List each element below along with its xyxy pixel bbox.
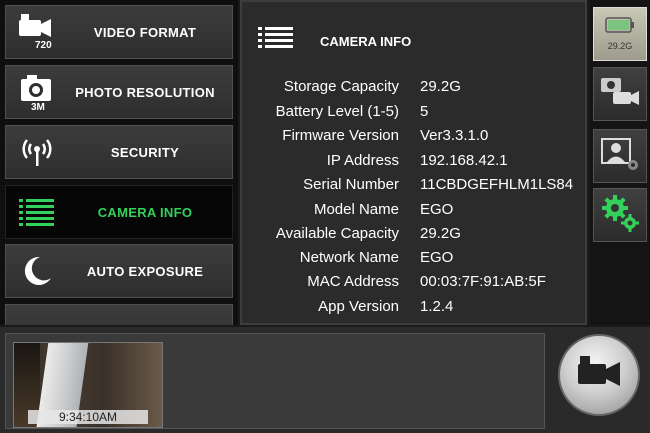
- info-label: Network Name: [299, 249, 399, 266]
- menu-item-video-format[interactable]: 720 VIDEO FORMAT: [5, 5, 233, 59]
- right-toolbar: 29.2G: [590, 0, 650, 325]
- battery-storage-icon: [605, 17, 635, 38]
- info-value: 29.2G: [420, 225, 461, 242]
- photo-3m-icon: 3M: [6, 66, 68, 118]
- svg-text:3M: 3M: [31, 102, 45, 111]
- preview-timestamp: 9:34:10AM: [28, 410, 148, 424]
- info-row-battery-level: Battery Level (1-5) 5: [242, 103, 585, 127]
- photo-video-mode-icon: [599, 74, 641, 115]
- info-label: Firmware Version: [282, 127, 399, 144]
- camera-info-panel: CAMERA INFO Storage Capacity 29.2G Batte…: [240, 0, 587, 325]
- info-value: 192.168.42.1: [420, 152, 508, 169]
- info-value: EGO: [420, 249, 454, 266]
- settings-menu: 720 VIDEO FORMAT 3M PHOTO RESOLUTION SEC…: [0, 0, 238, 325]
- info-row-firmware-version: Firmware Version Ver3.3.1.0: [242, 127, 585, 151]
- info-label: App Version: [318, 298, 399, 315]
- info-value: Ver3.3.1.0: [420, 127, 489, 144]
- info-label: Storage Capacity: [283, 78, 399, 95]
- menu-item-photo-resolution[interactable]: 3M PHOTO RESOLUTION: [5, 65, 233, 119]
- bottom-bar: 9:34:10AM: [0, 327, 650, 433]
- info-value: 11CBDGEFHLM1LS84: [420, 176, 574, 193]
- info-value: EGO: [420, 201, 454, 218]
- info-label: IP Address: [326, 152, 399, 169]
- info-row-storage-capacity: Storage Capacity 29.2G: [242, 78, 585, 102]
- record-button[interactable]: [558, 334, 640, 416]
- settings-gears-icon: [600, 193, 640, 238]
- menu-item-label: SECURITY: [110, 144, 180, 160]
- info-row-network-name: Network Name EGO: [242, 249, 585, 273]
- profile-settings-icon: [600, 136, 640, 177]
- settings-button[interactable]: [593, 188, 647, 242]
- profile-settings-button[interactable]: [593, 129, 647, 183]
- info-row-app-version: App Version 1.2.4: [242, 298, 585, 322]
- menu-item-label: AUTO EXPOSURE: [86, 263, 204, 279]
- info-label: Serial Number: [303, 176, 399, 193]
- svg-text:720: 720: [35, 40, 52, 50]
- wireless-antenna-icon: [6, 126, 68, 178]
- moon-icon: [6, 245, 68, 297]
- video-camera-icon: [574, 355, 624, 395]
- list-icon: [6, 186, 68, 238]
- menu-item-auto-exposure[interactable]: AUTO EXPOSURE: [5, 244, 233, 298]
- list-icon: [258, 26, 294, 57]
- info-value: 00:03:7F:91:AB:5F: [420, 273, 546, 290]
- menu-item-label: VIDEO FORMAT: [93, 24, 197, 40]
- menu-item-partial[interactable]: [5, 304, 233, 325]
- mode-toggle-button[interactable]: [593, 67, 647, 121]
- preview-area: 9:34:10AM: [5, 333, 545, 429]
- panel-header: CAMERA INFO: [258, 26, 411, 57]
- info-row-serial-number: Serial Number 11CBDGEFHLM1LS84: [242, 176, 585, 200]
- info-value: 1.2.4: [420, 298, 454, 315]
- video-720-icon: 720: [6, 6, 68, 58]
- info-label: Battery Level (1-5): [275, 103, 399, 120]
- info-label: MAC Address: [307, 273, 399, 290]
- menu-item-label: CAMERA INFO: [97, 204, 193, 220]
- info-label: Model Name: [313, 201, 399, 218]
- info-value: 29.2G: [420, 78, 461, 95]
- info-label: Available Capacity: [275, 225, 399, 242]
- info-row-available-capacity: Available Capacity 29.2G: [242, 225, 585, 249]
- info-row-mac-address: MAC Address 00:03:7F:91:AB:5F: [242, 273, 585, 297]
- info-row-model-name: Model Name EGO: [242, 201, 585, 225]
- info-value: 5: [420, 103, 429, 120]
- info-row-ip-address: IP Address 192.168.42.1: [242, 152, 585, 176]
- panel-title: CAMERA INFO: [320, 34, 412, 49]
- menu-item-label: PHOTO RESOLUTION: [75, 84, 215, 100]
- storage-label: 29.2G: [607, 41, 633, 51]
- menu-item-security[interactable]: SECURITY: [5, 125, 233, 179]
- live-preview-thumbnail[interactable]: 9:34:10AM: [13, 342, 163, 428]
- menu-item-camera-info[interactable]: CAMERA INFO: [5, 185, 233, 239]
- battery-storage-button[interactable]: 29.2G: [593, 7, 647, 61]
